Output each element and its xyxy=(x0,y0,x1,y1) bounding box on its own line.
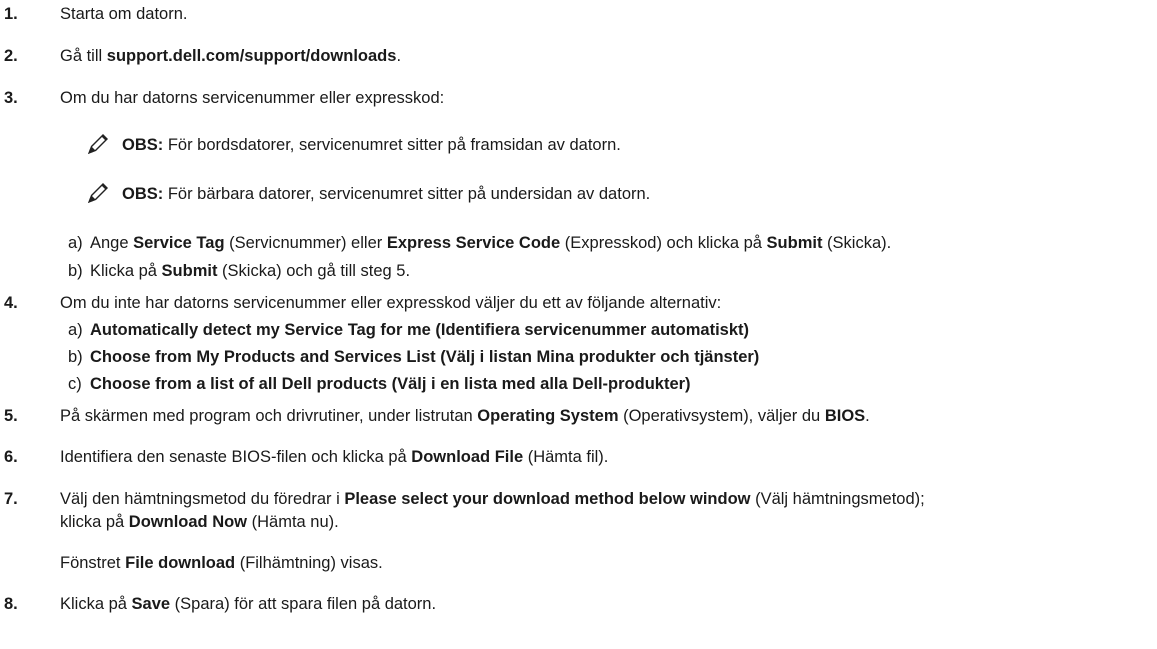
step-number: 1. xyxy=(4,5,18,23)
step-text: Välj den hämtningsmetod du föredrar i Pl… xyxy=(60,488,925,510)
text-part: Fönstret xyxy=(60,554,126,572)
text-bold: Submit xyxy=(161,262,218,280)
text-part: Välj den hämtningsmetod du föredrar i xyxy=(60,490,345,508)
text-part: (Hämta nu). xyxy=(247,513,339,531)
step-text: Starta om datorn. xyxy=(60,5,188,23)
note-label: OBS: xyxy=(122,136,164,154)
text-part: (Expresskod) och klicka på xyxy=(560,234,767,252)
text-bold: BIOS xyxy=(824,407,866,425)
step-number: 4. xyxy=(4,294,18,312)
text-part: klicka på xyxy=(60,513,129,531)
step-text: Om du inte har datorns servicenummer ell… xyxy=(60,294,722,312)
step-7-result: Fönstret File download (Filhämtning) vis… xyxy=(60,552,383,574)
step-text: Om du har datorns servicenummer eller ex… xyxy=(60,89,445,107)
step-number: 3. xyxy=(4,89,18,107)
substep-letter: a) xyxy=(68,321,83,339)
note-text: OBS: För bordsdatorer, servicenumret sit… xyxy=(122,134,621,156)
note-body: För bärbara datorer, servicenumret sitte… xyxy=(163,185,651,203)
text-part: Identifiera den senaste BIOS-filen och k… xyxy=(60,448,412,466)
text-part: På skärmen med program och drivrutiner, … xyxy=(60,407,478,425)
pencil-note-icon xyxy=(86,132,110,156)
text-part: (Hämta fil). xyxy=(523,448,609,466)
text-bold: Download Now xyxy=(128,513,248,531)
note-label: OBS: xyxy=(122,185,164,203)
substep-text: Klicka på Submit (Skicka) och gå till st… xyxy=(90,260,410,282)
step-text: Identifiera den senaste BIOS-filen och k… xyxy=(60,446,608,468)
text-part: Klicka på xyxy=(60,595,132,613)
text-part: (Välj hämtningsmetod); xyxy=(750,490,925,508)
text-bold: Please select your download method below… xyxy=(344,490,751,508)
step-text: Klicka på Save (Spara) för att spara fil… xyxy=(60,593,436,615)
note-text: OBS: För bärbara datorer, servicenumret … xyxy=(122,183,650,205)
text-bold: Express Service Code xyxy=(386,234,561,252)
text-bold: Operating System xyxy=(477,407,619,425)
step-number: 2. xyxy=(4,47,18,65)
text-part: Klicka på xyxy=(90,262,162,280)
text-part: (Skicka). xyxy=(822,234,892,252)
step-text: Gå till support.dell.com/support/downloa… xyxy=(60,45,401,67)
downloads-url: support.dell.com/support/downloads xyxy=(106,47,397,65)
step-number: 5. xyxy=(4,407,18,425)
text-part: (Servicnummer) eller xyxy=(224,234,387,252)
substep-text: Ange Service Tag (Servicnummer) eller Ex… xyxy=(90,232,891,254)
substep-letter: b) xyxy=(68,262,83,280)
substep-text: Choose from My Products and Services Lis… xyxy=(90,348,760,366)
step-number: 6. xyxy=(4,448,18,466)
text-part: (Spara) för att spara filen på datorn. xyxy=(170,595,437,613)
substep-letter: a) xyxy=(68,234,83,252)
text-part: (Skicka) och gå till steg 5. xyxy=(217,262,411,280)
step-text: På skärmen med program och drivrutiner, … xyxy=(60,405,870,427)
pencil-note-icon xyxy=(86,181,110,205)
substep-letter: b) xyxy=(68,348,83,366)
step-number: 7. xyxy=(4,490,18,508)
text-part: (Filhämtning) visas. xyxy=(235,554,383,572)
text-bold: Submit xyxy=(766,234,823,252)
text-bold: Service Tag xyxy=(133,234,225,252)
document-page: 1. Starta om datorn. 2. Gå till support.… xyxy=(0,0,1157,649)
substep-text: Automatically detect my Service Tag for … xyxy=(90,321,749,339)
step-number: 8. xyxy=(4,595,18,613)
substep-letter: c) xyxy=(68,375,82,393)
step-7-line-2: klicka på Download Now (Hämta nu). xyxy=(60,511,339,533)
text-part: . xyxy=(865,407,870,425)
text-part: Ange xyxy=(90,234,134,252)
step-text-part: Gå till xyxy=(60,47,107,65)
substep-text: Choose from a list of all Dell products … xyxy=(90,375,691,393)
step-text-part: . xyxy=(396,47,402,65)
text-bold: Download File xyxy=(411,448,524,466)
text-bold: File download xyxy=(125,554,236,572)
note-body: För bordsdatorer, servicenumret sitter p… xyxy=(163,136,621,154)
text-bold: Save xyxy=(131,595,171,613)
text-part: (Operativsystem), väljer du xyxy=(618,407,825,425)
